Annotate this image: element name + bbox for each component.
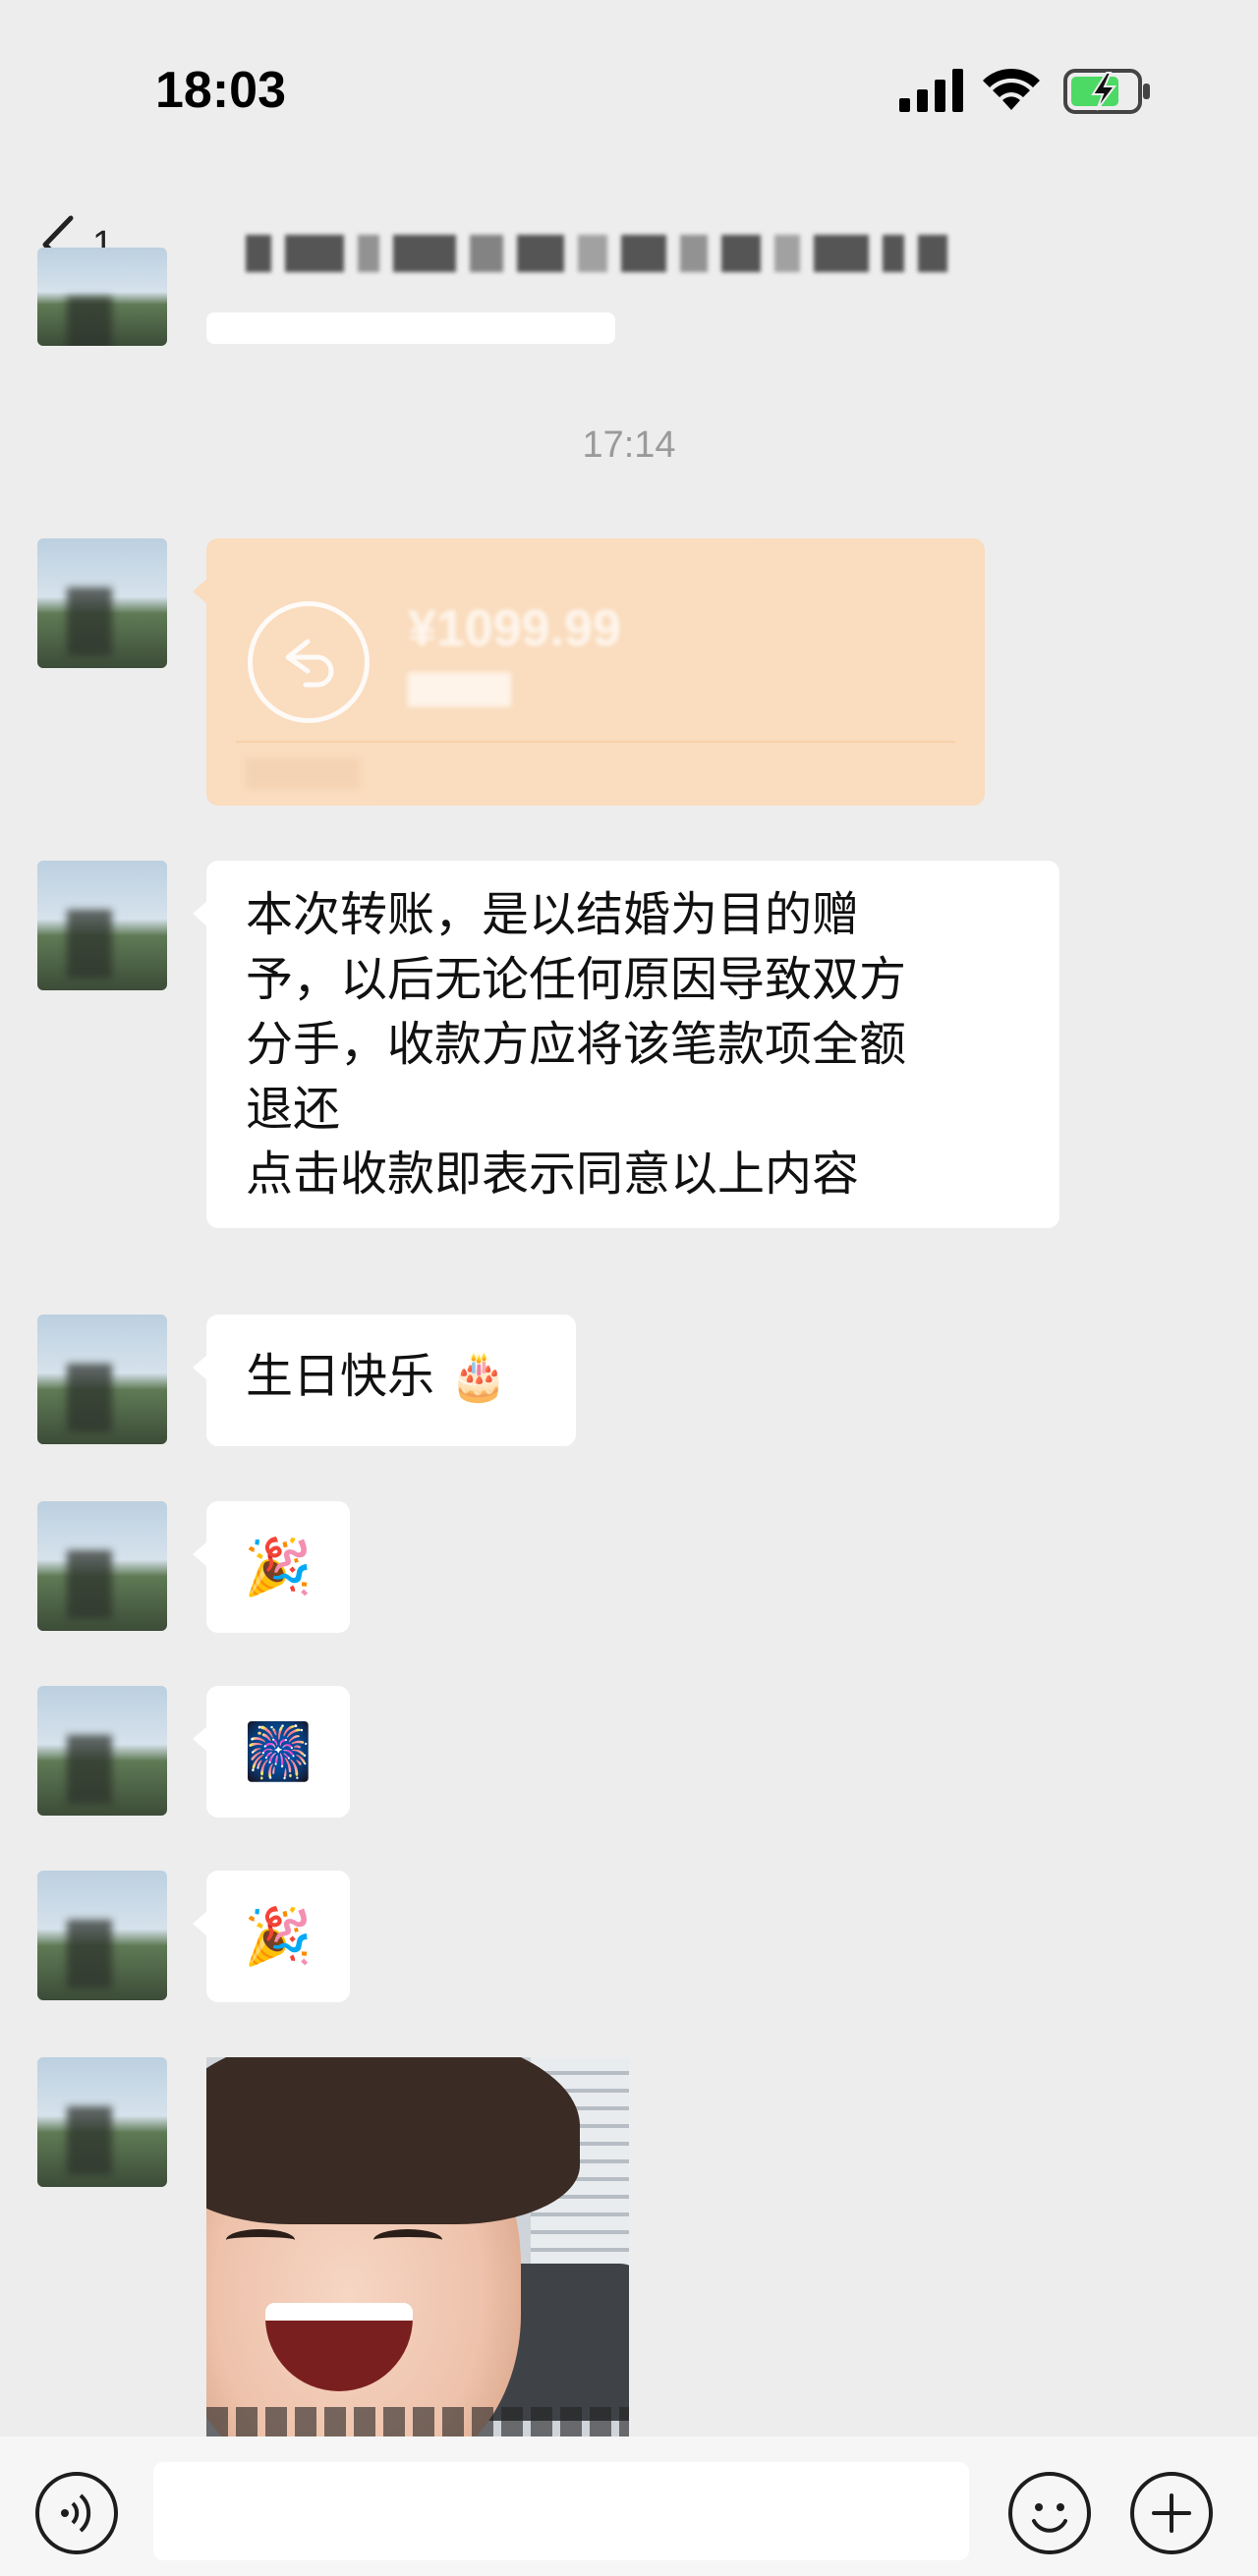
status-bar: 18:03 (0, 0, 1258, 187)
voice-icon (61, 2493, 91, 2533)
message-bubble[interactable]: 本次转账，是以结婚为目的赠 予，以后无论任何原因导致双方 分手，收款方应将该笔款… (193, 861, 1059, 1228)
emoji-icon (1032, 2503, 1067, 2533)
message-text: 生日快乐 (246, 1349, 435, 1404)
plus-icon (1152, 2493, 1191, 2533)
transfer-card[interactable]: ¥1099.99 ▇▇▇▇ ▇▇▇▇▇ (193, 538, 985, 806)
transfer-return-icon (248, 601, 370, 723)
voice-button[interactable] (35, 2472, 118, 2554)
message-line: 本次转账，是以结婚为目的赠 (246, 887, 860, 942)
cake-emoji: 🎂 (449, 1349, 509, 1404)
avatar[interactable] (37, 1871, 167, 2000)
message-line: 分手，收款方应将该笔款项全额 (246, 1017, 907, 1072)
avatar[interactable] (37, 248, 167, 346)
emoji-bubble[interactable]: 🎆 (193, 1686, 350, 1818)
avatar[interactable] (37, 2057, 167, 2187)
message-bubble[interactable]: 生日快乐 🎂 (193, 1315, 576, 1446)
emoji-button[interactable] (1008, 2472, 1091, 2554)
wifi-icon (983, 68, 1040, 110)
avatar[interactable] (37, 1686, 167, 1816)
avatar[interactable] (37, 1315, 167, 1444)
divider (236, 741, 955, 743)
signal-icon (899, 69, 963, 112)
emoji-bubble[interactable]: 🎉 (193, 1871, 350, 2002)
chat-title-pixelated[interactable] (246, 230, 1091, 277)
message-line: 点击收款即表示同意以上内容 (246, 1147, 860, 1202)
message-line: 予，以后无论任何原因导致双方 (246, 952, 907, 1007)
sticker-image[interactable] (206, 2057, 629, 2436)
party-popper-emoji: 🎉 (244, 1905, 313, 1969)
battery-charging-icon (1063, 69, 1150, 114)
message-line: 退还 (246, 1082, 341, 1137)
timestamp: 17:14 (582, 424, 676, 466)
avatar[interactable] (37, 1501, 167, 1631)
partial-message (206, 312, 615, 344)
nav-bar: 1 (0, 187, 1258, 305)
status-time: 18:03 (155, 62, 286, 119)
input-bar (0, 2436, 1258, 2576)
fireworks-emoji: 🎆 (244, 1720, 313, 1784)
transfer-amount: ¥1099.99 (408, 600, 621, 657)
message-input[interactable] (153, 2462, 969, 2560)
party-popper-emoji: 🎉 (244, 1536, 313, 1599)
avatar[interactable] (37, 538, 167, 668)
transfer-status-blurred: ▇▇▇▇ (408, 668, 511, 707)
avatar[interactable] (37, 861, 167, 990)
transfer-footer-blurred: ▇▇▇▇▇ (246, 755, 360, 789)
plus-button[interactable] (1130, 2472, 1213, 2554)
emoji-bubble[interactable]: 🎉 (193, 1501, 350, 1633)
